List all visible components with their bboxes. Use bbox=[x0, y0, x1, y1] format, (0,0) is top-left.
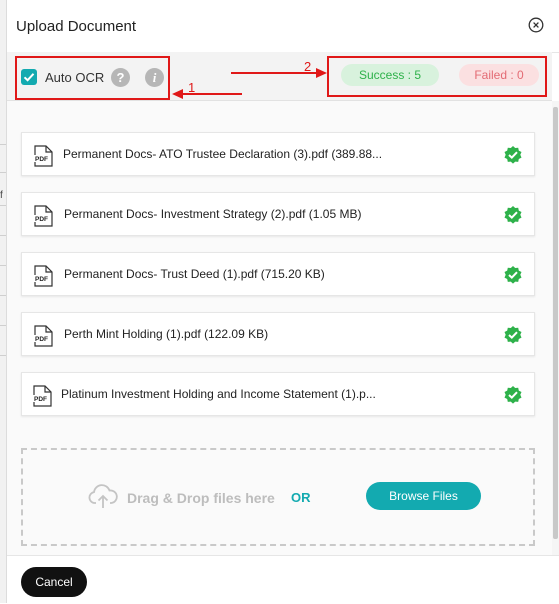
uploaded-file-list: PDF Permanent Docs- ATO Trustee Declarat… bbox=[7, 101, 552, 555]
file-list-item: PDF Platinum Investment Holding and Inco… bbox=[21, 372, 535, 416]
svg-text:PDF: PDF bbox=[35, 156, 48, 163]
success-check-badge-icon bbox=[504, 206, 522, 224]
annotation-arrow-1-head bbox=[172, 89, 183, 99]
file-list-item: PDF Perth Mint Holding (1).pdf (122.09 K… bbox=[21, 312, 535, 356]
cancel-button[interactable]: Cancel bbox=[21, 567, 87, 597]
file-name: Permanent Docs- Trust Deed (1).pdf (715.… bbox=[64, 267, 325, 281]
pdf-file-icon: PDF bbox=[34, 145, 53, 167]
upload-document-dialog: Upload Document Auto OCR ? i Success : 5… bbox=[7, 0, 559, 604]
success-check-badge-icon bbox=[504, 386, 522, 404]
or-separator: OR bbox=[291, 490, 311, 505]
annotation-label-2: 2 bbox=[304, 59, 312, 74]
pdf-file-icon: PDF bbox=[33, 385, 52, 407]
dialog-header: Upload Document bbox=[7, 0, 559, 53]
dialog-footer: Cancel bbox=[7, 555, 559, 604]
success-check-badge-icon bbox=[504, 326, 522, 344]
drag-drop-text: Drag & Drop files here bbox=[127, 490, 275, 506]
pdf-file-icon: PDF bbox=[34, 325, 53, 347]
annotation-box-upload-status bbox=[327, 56, 547, 97]
background-text-fragment: f bbox=[0, 190, 3, 201]
success-check-badge-icon bbox=[504, 146, 522, 164]
svg-text:PDF: PDF bbox=[35, 336, 48, 343]
browse-files-button[interactable]: Browse Files bbox=[366, 482, 481, 510]
file-name: Perth Mint Holding (1).pdf (122.09 KB) bbox=[64, 327, 269, 341]
file-drop-zone[interactable]: Drag & Drop files here OR Browse Files bbox=[21, 448, 535, 546]
file-list-item: PDF Permanent Docs- Trust Deed (1).pdf (… bbox=[21, 252, 535, 296]
svg-text:PDF: PDF bbox=[35, 216, 48, 223]
background-row-line bbox=[0, 172, 6, 173]
annotation-arrow-2-head bbox=[316, 68, 327, 78]
file-list-item: PDF Permanent Docs- Investment Strategy … bbox=[21, 192, 535, 236]
background-row-line bbox=[0, 325, 6, 326]
pdf-file-icon: PDF bbox=[34, 265, 53, 287]
file-list-item: PDF Permanent Docs- ATO Trustee Declarat… bbox=[21, 132, 535, 176]
cloud-upload-icon bbox=[88, 484, 118, 508]
background-row-line bbox=[0, 205, 6, 206]
background-row-line bbox=[0, 144, 6, 145]
annotation-box-auto-ocr bbox=[15, 56, 170, 100]
background-row-line bbox=[0, 295, 6, 296]
file-name: Permanent Docs- ATO Trustee Declaration … bbox=[63, 147, 383, 161]
svg-text:PDF: PDF bbox=[35, 276, 48, 283]
svg-text:PDF: PDF bbox=[34, 396, 47, 403]
background-row-line bbox=[0, 235, 6, 236]
close-icon[interactable] bbox=[528, 17, 544, 33]
dialog-title: Upload Document bbox=[16, 18, 137, 35]
success-check-badge-icon bbox=[504, 266, 522, 284]
file-name: Permanent Docs- Investment Strategy (2).… bbox=[64, 207, 362, 221]
background-row-line bbox=[0, 355, 6, 356]
list-scrollbar[interactable] bbox=[552, 101, 559, 555]
background-row-line bbox=[0, 265, 6, 266]
pdf-file-icon: PDF bbox=[34, 205, 53, 227]
file-name: Platinum Investment Holding and Income S… bbox=[61, 387, 376, 401]
scrollbar-thumb[interactable] bbox=[553, 107, 558, 539]
background-page-edge: f bbox=[0, 0, 7, 603]
annotation-label-1: 1 bbox=[188, 80, 196, 95]
